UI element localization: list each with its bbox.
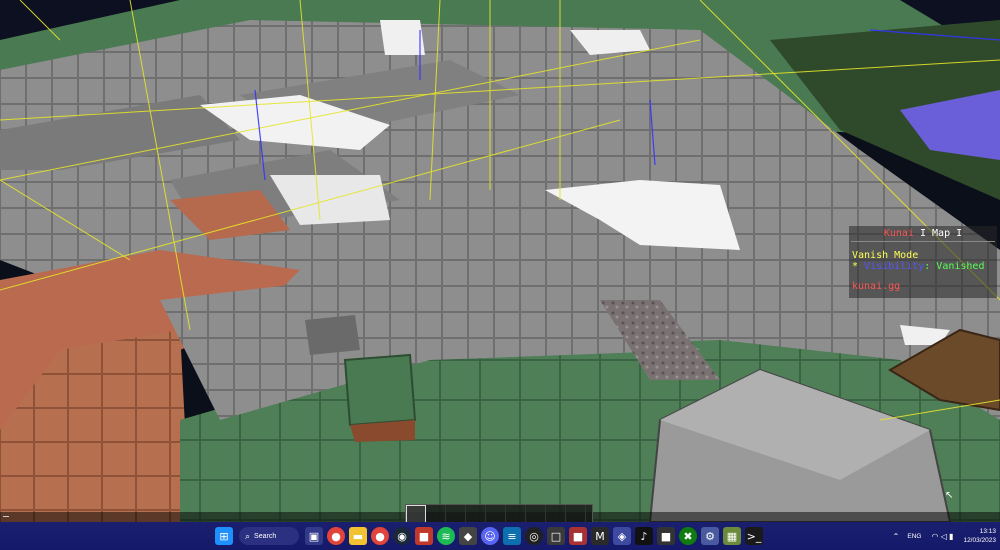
- app-icon-3[interactable]: □: [547, 527, 565, 545]
- scoreboard-divider: [851, 241, 995, 242]
- taskbar: ⊞ ⌕ Search ▣ ● ▬ ● ◉ ■ ≋ ◆ ☺ ≡ ◎ □ ■ M ◈…: [0, 522, 1000, 550]
- hotbar-slot-6[interactable]: [506, 505, 526, 523]
- mouse-cursor-icon: ↖: [945, 490, 954, 501]
- clock-date: 12/03/2023: [963, 537, 996, 544]
- hotbar-slot-7[interactable]: [526, 505, 546, 523]
- app-icon-4[interactable]: ■: [569, 527, 587, 545]
- visibility-bullet: *: [852, 261, 865, 272]
- app-icon-5[interactable]: M: [591, 527, 609, 545]
- vscode-icon[interactable]: ≡: [503, 527, 521, 545]
- steam-icon[interactable]: ◉: [393, 527, 411, 545]
- minecraft-icon[interactable]: ▦: [723, 527, 741, 545]
- visibility-key: Visibility: [864, 261, 925, 272]
- app-icon-7[interactable]: ■: [657, 527, 675, 545]
- clock[interactable]: 13:13 12/03/2023: [963, 527, 996, 545]
- task-view-icon[interactable]: ▣: [305, 527, 323, 545]
- search-label: Search: [254, 532, 277, 540]
- visibility-line: * Visibility: Vanished: [852, 261, 984, 273]
- hotbar-slot-9[interactable]: [566, 505, 586, 523]
- chrome-icon-2[interactable]: ●: [371, 527, 389, 545]
- scoreboard-title-brand: Kunai: [883, 228, 914, 239]
- terminal-icon[interactable]: >_: [745, 527, 763, 545]
- xbox-icon[interactable]: ✖: [679, 527, 697, 545]
- spotify-icon[interactable]: ≋: [437, 527, 455, 545]
- taskbar-search[interactable]: ⌕ Search: [239, 527, 299, 545]
- scoreboard-title-map: I Map I: [913, 228, 963, 239]
- app-icon-1[interactable]: ■: [415, 527, 433, 545]
- visibility-value: : Vanished: [924, 261, 985, 272]
- chrome-icon[interactable]: ●: [327, 527, 345, 545]
- tiktok-icon[interactable]: ♪: [635, 527, 653, 545]
- hotbar-slot-4[interactable]: [466, 505, 486, 523]
- hotbar[interactable]: [405, 504, 593, 524]
- wifi-volume-battery-icon[interactable]: ◠ ◁ ▮: [931, 532, 953, 541]
- start-icon[interactable]: ⊞: [215, 527, 233, 545]
- obs-icon[interactable]: ◎: [525, 527, 543, 545]
- hotbar-slot-1[interactable]: [406, 505, 426, 523]
- search-icon: ⌕: [245, 530, 251, 541]
- language-indicator[interactable]: ENG: [907, 533, 921, 540]
- system-tray: ⌃ ENG ◠ ◁ ▮ 13:13 12/03/2023: [893, 522, 996, 550]
- scoreboard-title: Kunai I Map I: [849, 228, 997, 240]
- hotbar-slot-5[interactable]: [486, 505, 506, 523]
- scoreboard: Kunai I Map I Vanish Mode * Visibility: …: [849, 226, 997, 298]
- tray-chevron-up-icon[interactable]: ⌃: [893, 532, 900, 541]
- settings-icon[interactable]: ⚙: [701, 527, 719, 545]
- hotbar-slot-2[interactable]: [426, 505, 446, 523]
- game-viewport[interactable]: Kunai I Map I Vanish Mode * Visibility: …: [0, 0, 1000, 522]
- hotbar-slot-8[interactable]: [546, 505, 566, 523]
- hotbar-slot-3[interactable]: [446, 505, 466, 523]
- discord-icon[interactable]: ☺: [481, 527, 499, 545]
- server-site-label: kunai.gg: [852, 281, 901, 292]
- file-explorer-icon[interactable]: ▬: [349, 527, 367, 545]
- clock-time: 13:13: [979, 528, 996, 535]
- app-icon-6[interactable]: ◈: [613, 527, 631, 545]
- chat-cursor: [3, 516, 9, 517]
- app-icon-2[interactable]: ◆: [459, 527, 477, 545]
